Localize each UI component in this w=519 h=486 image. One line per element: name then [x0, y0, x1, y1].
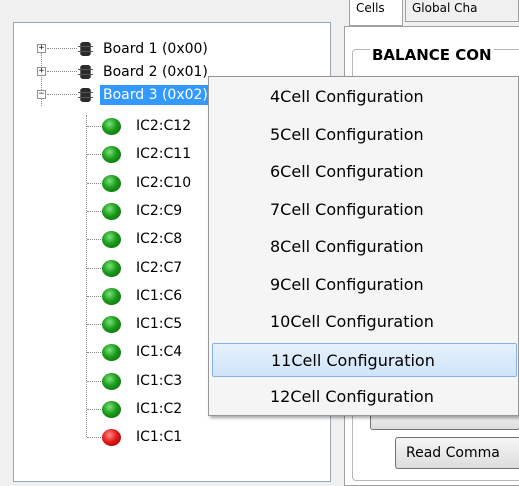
cell-label[interactable]: IC1:C6: [136, 286, 182, 306]
menu-item-12cell-configuration[interactable]: 12Cell Configuration: [212, 380, 517, 414]
read-command-button[interactable]: Read Comma: [395, 437, 519, 469]
tree-connector: [87, 380, 101, 382]
cell-ok-status-icon: [102, 372, 121, 390]
tab-global-charge[interactable]: Global Cha: [405, 0, 519, 22]
menu-item-8cell-configuration[interactable]: 8Cell Configuration: [212, 230, 517, 264]
tree-connector: [47, 48, 77, 49]
cell-ok-status-icon: [102, 146, 121, 164]
tree-connector: [87, 409, 101, 410]
tree-connector: [87, 126, 101, 127]
groupbox-title: BALANCE CON: [370, 46, 494, 64]
cell-ok-status-icon: [102, 316, 121, 334]
cell-ok-status-icon: [102, 174, 121, 192]
menu-item-10cell-configuration[interactable]: 10Cell Configuration: [212, 305, 517, 339]
cell-label[interactable]: IC1:C3: [136, 371, 182, 391]
board-label[interactable]: Board 2 (0x01): [100, 62, 211, 82]
cell-fault-status-icon: [102, 429, 121, 447]
tree-connector: [47, 94, 77, 95]
expand-icon[interactable]: +: [37, 44, 46, 53]
board-label[interactable]: Board 1 (0x00): [100, 39, 211, 59]
collapse-icon[interactable]: −: [37, 90, 46, 99]
menu-item-7cell-configuration[interactable]: 7Cell Configuration: [212, 193, 517, 227]
cell-ok-status-icon: [102, 344, 121, 362]
menu-item-5cell-configuration[interactable]: 5Cell Configuration: [212, 118, 517, 152]
tree-connector: [87, 295, 101, 297]
cell-ok-status-icon: [102, 202, 121, 220]
menu-item-11cell-configuration[interactable]: 11Cell Configuration: [212, 342, 517, 377]
cell-configuration-context-menu: 4Cell Configuration 5Cell Configuration 6C…: [208, 76, 519, 416]
tree-connector: [87, 324, 101, 326]
cell-label[interactable]: IC2:C7: [136, 258, 182, 278]
tree-connector: [87, 154, 101, 156]
tree-item-board-1[interactable]: + Board 1 (0x00): [14, 38, 314, 60]
menu-item-4cell-configuration[interactable]: 4Cell Configuration: [212, 80, 517, 114]
board-label-selected[interactable]: Board 3 (0x02): [100, 85, 211, 105]
tab-strip: Cells Global Cha: [349, 0, 519, 38]
cell-label[interactable]: IC2:C11: [136, 144, 191, 164]
cell-label[interactable]: IC1:C5: [136, 314, 182, 334]
cell-label[interactable]: IC2:C9: [136, 201, 182, 221]
tree-connector: [87, 267, 101, 269]
cell-ok-status-icon: [102, 118, 121, 135]
board-chip-icon: [78, 42, 93, 56]
tree-connector: [87, 210, 101, 212]
cell-label[interactable]: IC1:C2: [136, 399, 182, 419]
expand-icon[interactable]: +: [37, 67, 46, 76]
board-chip-icon: [78, 88, 93, 102]
cell-ok-status-icon: [102, 401, 121, 418]
tab-cells[interactable]: Cells: [349, 0, 403, 26]
cell-ok-status-icon: [102, 287, 121, 305]
tree-connector: [87, 182, 101, 184]
tree-connector: [87, 352, 101, 354]
cell-ok-status-icon: [102, 231, 121, 249]
tree-connector: [47, 71, 77, 72]
board-chip-icon: [78, 65, 93, 79]
tree-item-cell[interactable]: IC1:C1: [14, 426, 314, 448]
menu-item-6cell-configuration[interactable]: 6Cell Configuration: [212, 155, 517, 189]
cell-label[interactable]: IC2:C8: [136, 229, 182, 249]
cell-ok-status-icon: [102, 259, 121, 277]
cell-label[interactable]: IC1:C1: [136, 427, 182, 447]
cell-label[interactable]: IC2:C10: [136, 173, 191, 193]
cell-label[interactable]: IC1:C4: [136, 342, 182, 362]
menu-item-9cell-configuration[interactable]: 9Cell Configuration: [212, 268, 517, 302]
tree-connector: [87, 239, 101, 241]
tree-connector: [87, 437, 101, 439]
cell-label[interactable]: IC2:C12: [136, 116, 191, 136]
